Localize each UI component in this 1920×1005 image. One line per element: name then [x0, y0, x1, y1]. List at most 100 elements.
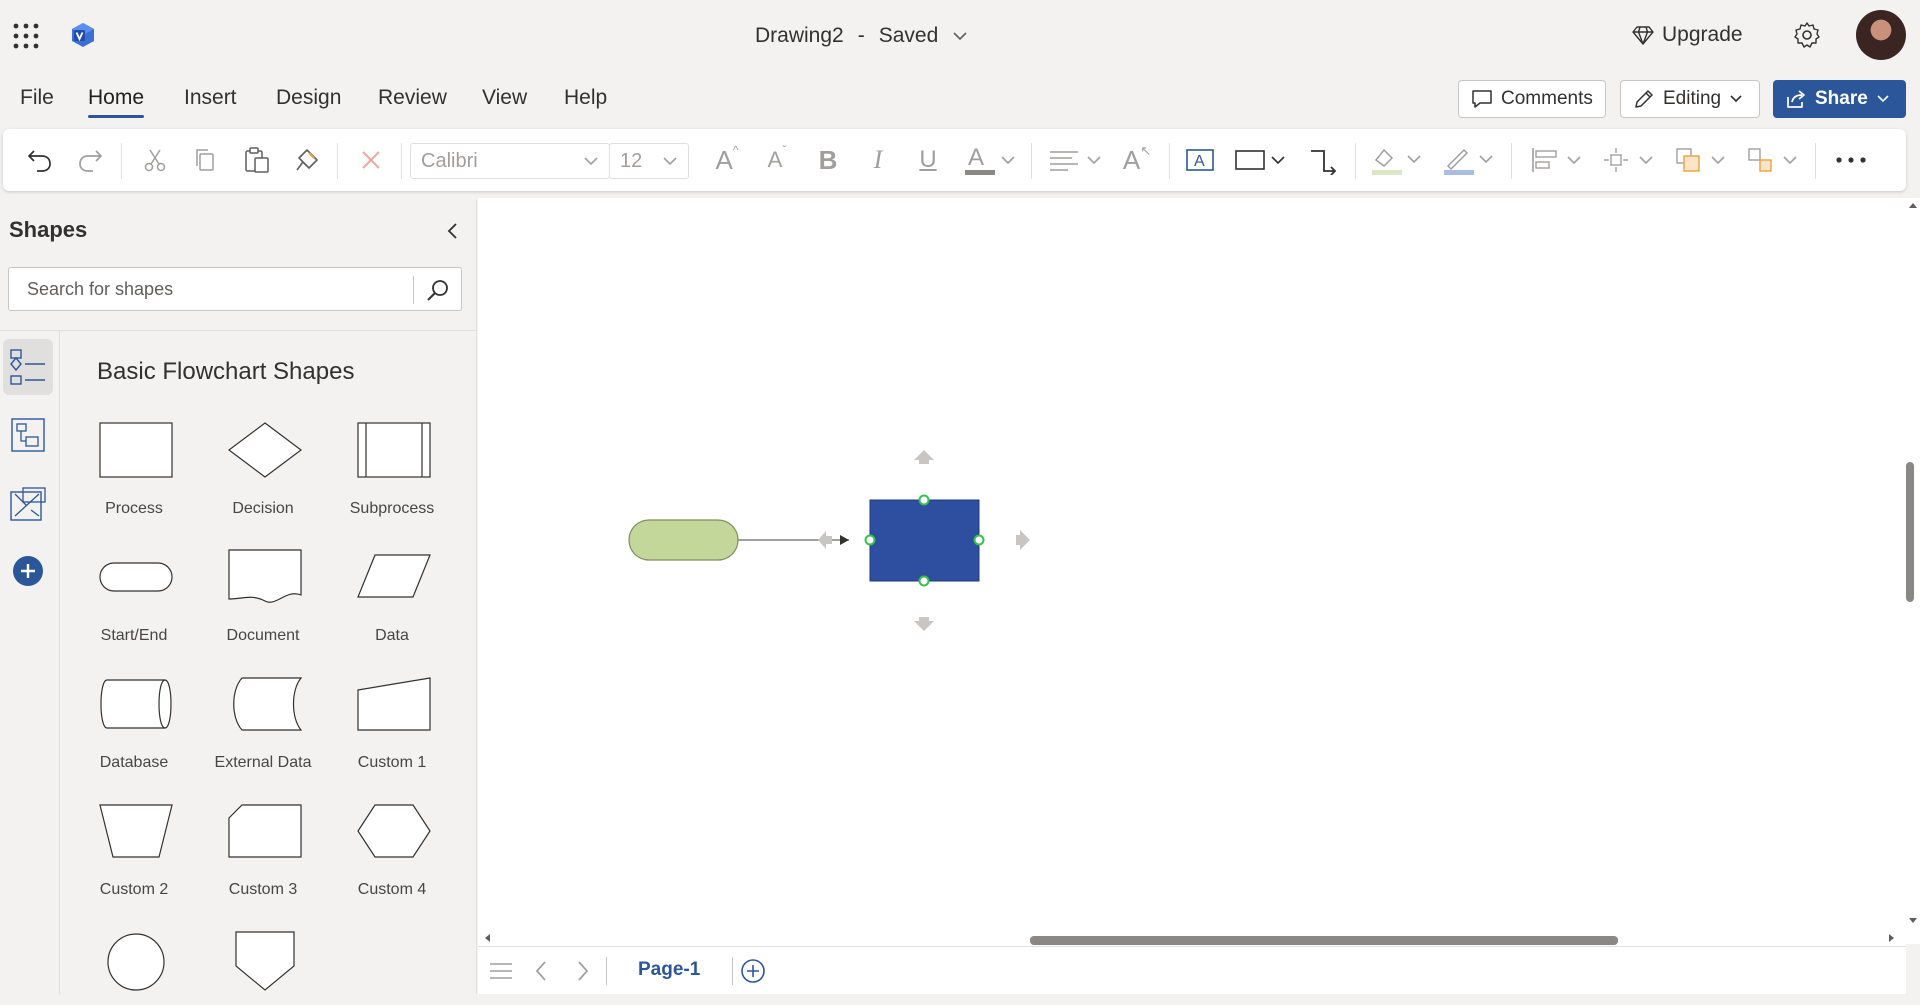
- quick-add-right-icon[interactable]: [1016, 530, 1030, 550]
- font-name-dropdown[interactable]: Calibri: [410, 143, 610, 179]
- page-list-icon[interactable]: [488, 959, 514, 983]
- shape-custom-4[interactable]: Custom 4: [328, 803, 456, 923]
- group-icon[interactable]: [1745, 143, 1803, 177]
- custom-3-shape-icon: [228, 804, 302, 858]
- shape-search-input[interactable]: [9, 268, 413, 310]
- stencil-title: Basic Flowchart Shapes: [97, 358, 355, 385]
- shape-picker-button[interactable]: [1233, 143, 1293, 177]
- copy-icon[interactable]: [187, 143, 223, 177]
- arrange-icon[interactable]: [1673, 143, 1731, 177]
- start-end-shape[interactable]: [628, 519, 739, 561]
- shape-custom-2[interactable]: Custom 2: [70, 803, 198, 923]
- fill-color-button[interactable]: [1369, 143, 1427, 177]
- app-launcher-icon[interactable]: [12, 22, 40, 50]
- tab-insert[interactable]: Insert: [184, 86, 237, 118]
- cut-icon[interactable]: [137, 143, 173, 177]
- ribbon-divider: [337, 143, 338, 179]
- shape-custom-3[interactable]: Custom 3: [199, 803, 327, 923]
- page-bar-divider: [732, 957, 733, 985]
- shapes-pane: Shapes Basic Flowchart Shapes Process De…: [0, 200, 477, 994]
- tab-file[interactable]: File: [20, 86, 54, 118]
- start-end-shape-icon: [99, 562, 173, 592]
- upgrade-label: Upgrade: [1662, 23, 1743, 46]
- editing-mode-button[interactable]: Editing: [1620, 80, 1760, 118]
- page-tab-page-1[interactable]: Page-1: [638, 959, 700, 981]
- shape-process[interactable]: Process: [70, 422, 198, 542]
- drawing-canvas[interactable]: [478, 198, 1906, 944]
- more-stencils-icon[interactable]: [3, 477, 53, 533]
- next-page-icon[interactable]: [574, 959, 592, 983]
- vertical-scroll-thumb[interactable]: [1906, 462, 1914, 602]
- shape-decision[interactable]: Decision: [199, 422, 327, 542]
- add-stencil-icon[interactable]: [3, 543, 53, 599]
- position-icon[interactable]: [1601, 143, 1659, 177]
- shape-data[interactable]: Data: [328, 549, 456, 669]
- bold-icon[interactable]: B: [811, 143, 845, 177]
- tab-view[interactable]: View: [482, 86, 527, 118]
- shape-label: Data: [375, 627, 409, 644]
- tab-help[interactable]: Help: [564, 86, 607, 118]
- flowchart-stencil-icon[interactable]: [3, 339, 53, 395]
- shape-database[interactable]: Database: [70, 676, 198, 796]
- shape-start-end[interactable]: Start/End: [70, 549, 198, 669]
- circle-shape-icon: [107, 933, 165, 991]
- selected-process-shape[interactable]: [869, 499, 980, 582]
- format-painter-icon[interactable]: [289, 143, 325, 177]
- quick-add-down-icon[interactable]: [914, 617, 934, 631]
- tab-home[interactable]: Home: [88, 86, 145, 118]
- tab-review[interactable]: Review: [378, 86, 447, 118]
- text-box-icon[interactable]: A: [1181, 143, 1219, 177]
- align-text-icon[interactable]: [1047, 143, 1105, 177]
- document-title[interactable]: Drawing2 - Saved: [755, 22, 968, 50]
- shape-subprocess[interactable]: Subprocess: [328, 422, 456, 542]
- custom-2-shape-icon: [99, 804, 173, 858]
- shape-external-data[interactable]: External Data: [199, 676, 327, 796]
- font-color-button[interactable]: A: [961, 143, 1019, 177]
- delete-icon[interactable]: [353, 143, 389, 177]
- shape-document[interactable]: Document: [199, 549, 327, 669]
- share-button[interactable]: Share: [1773, 80, 1906, 118]
- previous-page-icon[interactable]: [532, 959, 550, 983]
- title-separator: -: [857, 24, 865, 47]
- shape-off-page-reference[interactable]: [199, 930, 327, 994]
- quick-add-up-icon[interactable]: [914, 450, 934, 464]
- ribbon-divider: [1031, 143, 1032, 179]
- connection-handle-right[interactable]: [973, 534, 985, 546]
- upgrade-button[interactable]: Upgrade: [1632, 20, 1743, 50]
- horizontal-scroll-thumb[interactable]: [1030, 936, 1618, 945]
- shape-label: Document: [226, 627, 300, 644]
- settings-gear-icon[interactable]: [1792, 20, 1822, 50]
- shape-custom-1[interactable]: Custom 1: [328, 676, 456, 796]
- connection-handle-top[interactable]: [918, 494, 930, 506]
- increase-font-icon[interactable]: A ^: [709, 143, 745, 177]
- paste-icon[interactable]: [239, 143, 275, 177]
- decrease-font-icon[interactable]: Aˇ: [759, 143, 795, 177]
- connector-icon[interactable]: [1305, 143, 1343, 177]
- connector-arrowhead: [840, 535, 849, 545]
- underline-icon[interactable]: U: [911, 143, 945, 177]
- line-color-button[interactable]: [1441, 143, 1499, 177]
- undo-icon[interactable]: [21, 143, 59, 177]
- search-icon[interactable]: [425, 277, 451, 303]
- italic-icon[interactable]: I: [861, 143, 895, 177]
- tab-design[interactable]: Design: [276, 86, 341, 118]
- diamond-icon: [1632, 24, 1654, 46]
- add-page-icon[interactable]: [740, 958, 766, 984]
- chevron-left-icon[interactable]: [442, 220, 464, 242]
- comments-button[interactable]: Comments: [1458, 80, 1606, 118]
- redo-icon[interactable]: [71, 143, 109, 177]
- basic-shapes-stencil-icon[interactable]: [3, 407, 53, 463]
- custom-1-shape-icon: [357, 677, 431, 731]
- text-direction-icon[interactable]: A ↖: [1119, 143, 1155, 177]
- chevron-down-icon: [583, 156, 599, 166]
- user-avatar[interactable]: [1856, 10, 1906, 60]
- font-size-dropdown[interactable]: 12: [609, 143, 689, 179]
- title-bar: Drawing2 - Saved Upgrade: [0, 0, 1920, 70]
- font-size-value: 12: [620, 149, 643, 172]
- connection-handle-bottom[interactable]: [918, 575, 930, 587]
- quick-add-left-icon[interactable]: [818, 531, 832, 549]
- shape-circle[interactable]: [70, 930, 198, 994]
- align-shapes-icon[interactable]: [1529, 143, 1587, 177]
- more-options-icon[interactable]: [1829, 143, 1873, 177]
- connection-handle-left[interactable]: [864, 534, 876, 546]
